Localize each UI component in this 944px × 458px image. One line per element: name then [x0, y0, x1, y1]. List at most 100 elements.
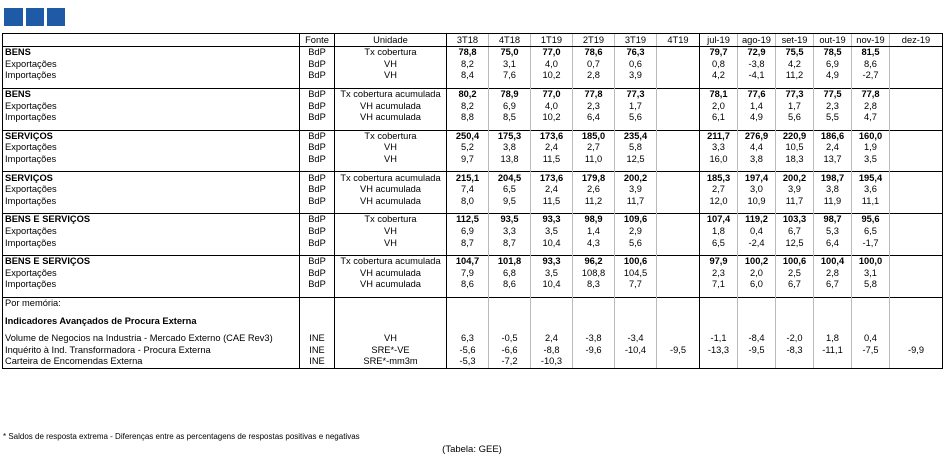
value-cell: 8,3	[572, 279, 615, 291]
gee-logo	[4, 8, 65, 26]
blank-cell	[656, 296, 700, 310]
value-cell: 186,6	[813, 129, 852, 143]
value-cell	[656, 171, 700, 184]
header-period: 1T19	[530, 33, 573, 47]
row-unidade: SRE*-mm3m	[334, 356, 447, 369]
row-label: BENS E SERVIÇOS	[2, 213, 300, 226]
row-fonte: BdP	[299, 100, 335, 112]
value-cell: 77,8	[851, 87, 890, 101]
row-label: Importações	[2, 237, 300, 249]
row-fonte: BdP	[299, 171, 335, 184]
blank-cell	[737, 315, 776, 327]
value-cell: 4,7	[851, 111, 890, 124]
value-cell: 3,9	[775, 183, 814, 196]
row-fonte: BdP	[299, 70, 335, 82]
value-cell: 10,4	[530, 279, 573, 291]
table-caption: (Tabela: GEE)	[442, 444, 502, 455]
logo-block-2	[26, 8, 44, 26]
value-cell: 5,8	[851, 279, 890, 291]
value-cell: 204,5	[488, 171, 531, 184]
value-cell: 11,7	[775, 195, 814, 208]
value-cell: -13,3	[699, 344, 738, 357]
row-label: Exportações	[2, 58, 300, 71]
header-blank	[2, 33, 300, 47]
value-cell: 100,0	[851, 254, 890, 268]
value-cell	[656, 100, 700, 112]
table-row: Importações BdP VH acumulada 8,0 9,5 11,5 11,2…	[2, 195, 943, 208]
value-cell: 103,3	[775, 213, 814, 226]
value-cell: 3,1	[488, 58, 531, 71]
value-cell: 101,8	[488, 254, 531, 268]
value-cell: 0,6	[614, 58, 657, 71]
value-cell: 8,0	[446, 195, 489, 208]
value-cell: 5,3	[813, 225, 852, 238]
row-label: BENS E SERVIÇOS	[2, 254, 300, 268]
blank-cell	[889, 315, 943, 327]
value-cell: -3,8	[737, 58, 776, 71]
value-cell: 0,4	[851, 332, 890, 345]
value-cell: 8,2	[446, 100, 489, 112]
row-fonte: BdP	[299, 142, 335, 154]
blank-cell	[530, 296, 573, 310]
value-cell: 175,3	[488, 129, 531, 143]
value-cell	[572, 356, 615, 369]
value-cell	[889, 237, 943, 249]
value-cell: 78,1	[699, 87, 738, 101]
value-cell: 1,7	[775, 100, 814, 112]
value-cell	[889, 153, 943, 166]
value-cell: -2,7	[851, 70, 890, 82]
value-cell: 7,7	[614, 279, 657, 291]
table-row: Inquérito à Ind. Transformadora - Procur…	[2, 344, 943, 357]
value-cell: 6,8	[488, 267, 531, 280]
value-cell: 2,7	[572, 142, 615, 154]
header-period: nov-19	[851, 33, 890, 47]
value-cell: 100,2	[737, 254, 776, 268]
value-cell: 2,6	[572, 183, 615, 196]
value-cell: 75,5	[775, 46, 814, 59]
blank-cell	[699, 315, 738, 327]
header-period: 3T19	[614, 33, 657, 47]
row-label: Exportações	[2, 225, 300, 238]
row-label: BENS	[2, 46, 300, 59]
row-label: Importações	[2, 111, 300, 124]
value-cell: 98,9	[572, 213, 615, 226]
value-cell	[656, 225, 700, 238]
value-cell: 173,6	[530, 129, 573, 143]
value-cell: 8,2	[446, 58, 489, 71]
value-cell: 4,2	[699, 70, 738, 82]
value-cell	[889, 332, 943, 345]
row-fonte: BdP	[299, 237, 335, 249]
value-cell	[775, 356, 814, 369]
value-cell	[614, 356, 657, 369]
value-cell	[889, 111, 943, 124]
memoria-title-row: Por memória:	[2, 296, 943, 310]
value-cell: 6,1	[699, 111, 738, 124]
value-cell: -5,6	[446, 344, 489, 357]
value-cell: -9,5	[737, 344, 776, 357]
value-cell: 104,5	[614, 267, 657, 280]
value-cell	[656, 111, 700, 124]
value-cell: 7,6	[488, 70, 531, 82]
value-cell	[656, 129, 700, 143]
value-cell: 2,8	[813, 267, 852, 280]
value-cell: 5,6	[775, 111, 814, 124]
value-cell: 16,0	[699, 153, 738, 166]
header-row: Fonte Unidade 3T18 4T18 1T19 2T19 3T19 4T19 jul-…	[2, 33, 943, 47]
value-cell: 4,0	[530, 100, 573, 112]
value-cell: 80,2	[446, 87, 489, 101]
table-row: SERVIÇOS BdP Tx cobertura acumulada 215,1 20…	[2, 171, 943, 184]
value-cell: 8,6	[851, 58, 890, 71]
value-cell: 197,4	[737, 171, 776, 184]
row-unidade: SRE*-VE	[334, 344, 447, 357]
value-cell: 10,5	[775, 142, 814, 154]
row-fonte: INE	[299, 344, 335, 357]
blank-cell	[656, 315, 700, 327]
header-fonte: Fonte	[299, 33, 335, 47]
value-cell: 3,8	[813, 183, 852, 196]
value-cell	[656, 279, 700, 291]
value-cell: 5,6	[614, 111, 657, 124]
header-period: 3T18	[446, 33, 489, 47]
value-cell	[656, 58, 700, 71]
value-cell	[737, 356, 776, 369]
row-label: Importações	[2, 153, 300, 166]
